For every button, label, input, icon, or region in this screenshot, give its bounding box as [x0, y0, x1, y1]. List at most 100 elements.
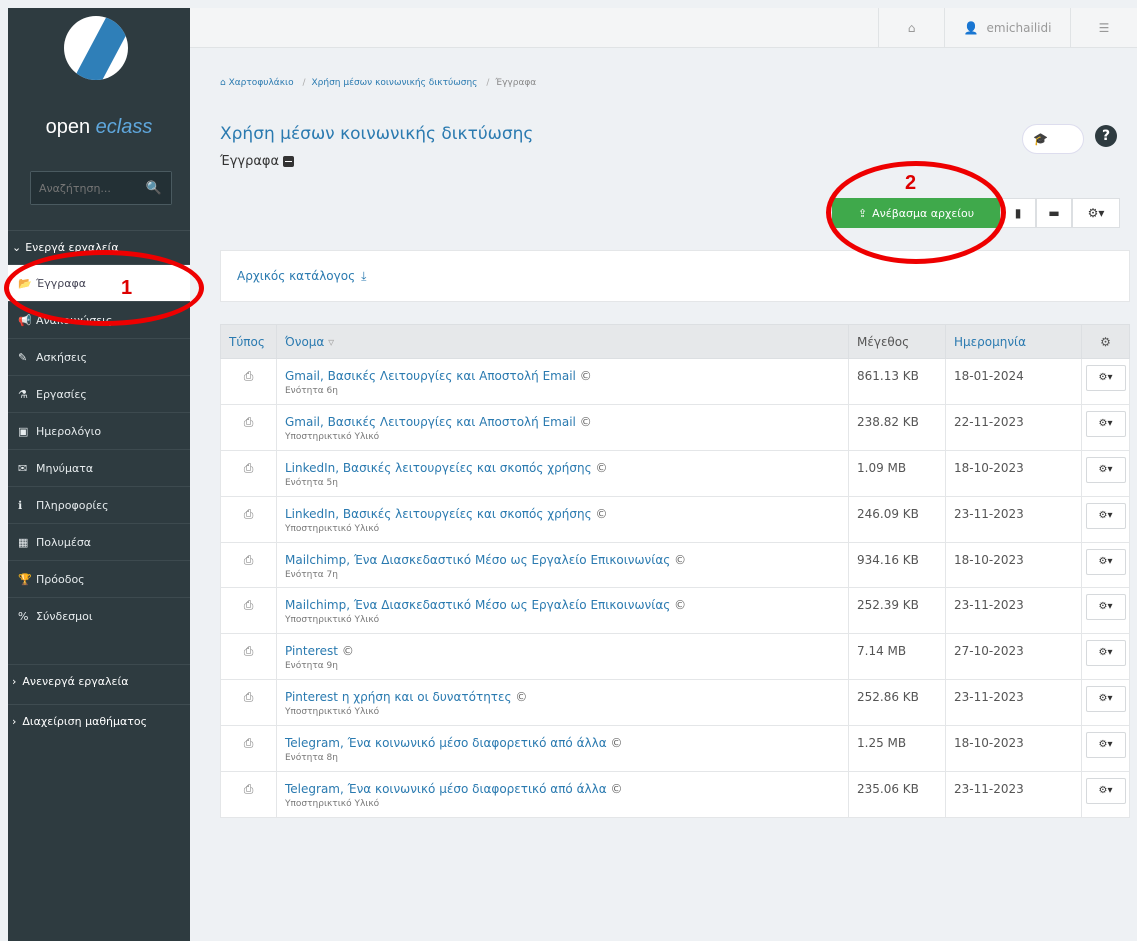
- search-input[interactable]: [31, 172, 137, 204]
- file-link[interactable]: Pinterest: [285, 644, 338, 658]
- sidebar-item[interactable]: ✉ Μηνύματα: [8, 449, 190, 486]
- sidebar-item[interactable]: ▦ Πολυμέσα: [8, 523, 190, 560]
- row-actions-button[interactable]: ⚙▾: [1085, 548, 1126, 575]
- gear-icon: ⚙▾: [1098, 647, 1113, 659]
- file-link[interactable]: LinkedIn, Βασικές λειτουργείες και σκοπό…: [285, 507, 592, 521]
- row-actions-button[interactable]: ⚙▾: [1085, 410, 1126, 437]
- more-actions-button[interactable]: ⚙▾: [1072, 198, 1120, 228]
- column-name[interactable]: Όνομα ▿: [276, 324, 849, 359]
- row-actions-cell: ⚙▾: [1081, 541, 1130, 589]
- row-actions-cell: ⚙▾: [1081, 358, 1130, 405]
- file-size: 1.25 MB: [848, 725, 946, 773]
- page-subtitle: Έγγραφα: [220, 154, 295, 169]
- copyright-icon: ©: [674, 598, 687, 613]
- file-link[interactable]: Gmail, Βασικές Λειτουργίες και Αποστολή …: [285, 415, 576, 429]
- breadcrumb-home[interactable]: Χαρτοφυλάκιο: [229, 78, 294, 88]
- file-link[interactable]: Gmail, Βασικές Λειτουργίες και Αποστολή …: [285, 369, 576, 383]
- group-course-admin[interactable]: › Διαχείριση μαθήματος: [8, 704, 190, 738]
- row-actions-button[interactable]: ⚙▾: [1085, 502, 1126, 529]
- row-actions-button[interactable]: ⚙▾: [1085, 594, 1126, 621]
- home-button[interactable]: ⌂: [878, 8, 944, 48]
- new-folder-button[interactable]: ▬: [1036, 198, 1072, 228]
- search-icon: 🔍: [145, 180, 163, 196]
- sidebar-item-label: Μηνύματα: [36, 461, 94, 475]
- sidebar-item-label: Πολυμέσα: [36, 535, 92, 549]
- column-size[interactable]: Μέγεθος: [848, 324, 946, 359]
- file-name-cell: Pinterest © Ενότητα 9η: [276, 633, 849, 681]
- help-button[interactable]: ?: [1095, 125, 1117, 147]
- table-row: ⎙ Pinterest © Ενότητα 9η 7.14 MB 27-10-2023 ⚙…: [220, 633, 1130, 681]
- search-button[interactable]: 🔍: [137, 172, 171, 204]
- sidebar-item-icon: ▦: [18, 535, 29, 549]
- sidebar-item-label: Ασκήσεις: [36, 350, 88, 364]
- file-date: 18-10-2023: [945, 725, 1082, 773]
- pdf-file-icon: ⎙: [220, 725, 277, 773]
- file-link[interactable]: Mailchimp, Ένα Διασκεδαστικό Μέσο ως Εργ…: [285, 598, 670, 612]
- settings-menu-button[interactable]: ☰: [1070, 8, 1137, 48]
- gear-icon: ⚙▾: [1098, 739, 1113, 751]
- file-name-cell: LinkedIn, Βασικές λειτουργείες και σκοπό…: [276, 495, 849, 543]
- file-link[interactable]: Telegram, Ένα κοινωνικό μέσο διαφορετικό…: [285, 782, 607, 796]
- root-directory-link[interactable]: Αρχικός κατάλογος: [237, 269, 355, 283]
- file-name-cell: Telegram, Ένα κοινωνικό μέσο διαφορετικό…: [276, 771, 849, 818]
- breadcrumb-course[interactable]: Χρήση μέσων κοινωνικής δικτύωσης: [312, 78, 478, 88]
- group-inactive-tools[interactable]: › Ανενεργά εργαλεία: [8, 664, 190, 698]
- sidebar-item[interactable]: ✎ Ασκήσεις: [8, 338, 190, 375]
- sidebar-item[interactable]: 🏆 Πρόοδος: [8, 560, 190, 597]
- file-date: 27-10-2023: [945, 633, 1082, 681]
- column-date[interactable]: Ημερομηνία: [945, 324, 1082, 359]
- gear-icon: ⚙▾: [1098, 785, 1113, 797]
- sidebar-item[interactable]: ⚗ Εργασίες: [8, 375, 190, 412]
- collapse-icon[interactable]: [283, 156, 295, 167]
- row-actions-button[interactable]: ⚙▾: [1085, 732, 1126, 759]
- sidebar-item[interactable]: % Σύνδεσμοι: [8, 597, 190, 634]
- file-icon: ▮: [1014, 206, 1022, 220]
- view-toggle[interactable]: 🎓: [1022, 124, 1084, 154]
- file-link[interactable]: Mailchimp, Ένα Διασκεδαστικό Μέσο ως Εργ…: [285, 553, 670, 567]
- file-section: Ενότητα 5η: [285, 477, 338, 488]
- column-type[interactable]: Τύπος: [220, 324, 277, 359]
- row-actions-cell: ⚙▾: [1081, 495, 1130, 543]
- file-date: 18-10-2023: [945, 449, 1082, 497]
- copyright-icon: ©: [674, 552, 687, 567]
- download-icon[interactable]: ⤓: [361, 269, 366, 284]
- pdf-file-icon: ⎙: [220, 771, 277, 818]
- file-size: 246.09 KB: [848, 495, 946, 543]
- file-section: Ενότητα 6η: [285, 386, 338, 396]
- file-size: 235.06 KB: [848, 771, 946, 818]
- gear-icon: ⚙▾: [1098, 693, 1113, 705]
- file-date: 23-11-2023: [945, 679, 1082, 727]
- user-menu[interactable]: 👤 emichailidi: [944, 8, 1070, 48]
- gear-icon: ⚙▾: [1098, 555, 1113, 567]
- file-date: 22-11-2023: [945, 403, 1082, 451]
- row-actions-button[interactable]: ⚙▾: [1085, 456, 1126, 483]
- file-name-cell: Mailchimp, Ένα Διασκεδαστικό Μέσο ως Εργ…: [276, 541, 849, 589]
- sidebar-item-icon: 🏆: [18, 572, 32, 586]
- logo[interactable]: open eclass: [8, 8, 190, 158]
- directory-panel: Αρχικός κατάλογος ⤓: [220, 250, 1130, 302]
- gear-icon: ⚙▾: [1098, 372, 1113, 383]
- sidebar-item-label: Πληροφορίες: [36, 498, 109, 512]
- pdf-file-icon: ⎙: [220, 449, 277, 497]
- row-actions-button[interactable]: ⚙▾: [1085, 778, 1126, 805]
- sidebar-item-label: Σύνδεσμοι: [36, 609, 93, 623]
- row-actions-button[interactable]: ⚙▾: [1085, 640, 1126, 667]
- file-size: 252.86 KB: [848, 679, 946, 727]
- pdf-file-icon: ⎙: [220, 495, 277, 543]
- file-size: 1.09 MB: [848, 449, 946, 497]
- file-link[interactable]: Pinterest η χρήση και οι δυνατότητες: [285, 690, 512, 704]
- row-actions-cell: ⚙▾: [1081, 771, 1130, 818]
- sidebar-item[interactable]: ℹ Πληροφορίες: [8, 486, 190, 523]
- file-link[interactable]: Telegram, Ένα κοινωνικό μέσο διαφορετικό…: [285, 736, 607, 750]
- file-link[interactable]: LinkedIn, Βασικές λειτουργείες και σκοπό…: [285, 461, 592, 475]
- row-actions-cell: ⚙▾: [1081, 449, 1130, 497]
- table-row: ⎙ Gmail, Βασικές Λειτουργίες και Αποστολή…: [220, 403, 1130, 451]
- gear-icon: ⚙▾: [1098, 417, 1113, 429]
- documents-table: Τύπος Όνομα ▿ Μέγεθος Ημερομηνία ⚙ ⎙ Gmai…: [220, 324, 1130, 818]
- row-actions-cell: ⚙▾: [1081, 679, 1130, 727]
- file-size: 252.39 KB: [848, 587, 946, 635]
- row-actions-button[interactable]: ⚙▾: [1085, 686, 1126, 713]
- sidebar-item[interactable]: ▣ Ημερολόγιο: [8, 412, 190, 449]
- row-actions-button[interactable]: ⚙▾: [1085, 365, 1126, 391]
- file-date: 23-11-2023: [945, 587, 1082, 635]
